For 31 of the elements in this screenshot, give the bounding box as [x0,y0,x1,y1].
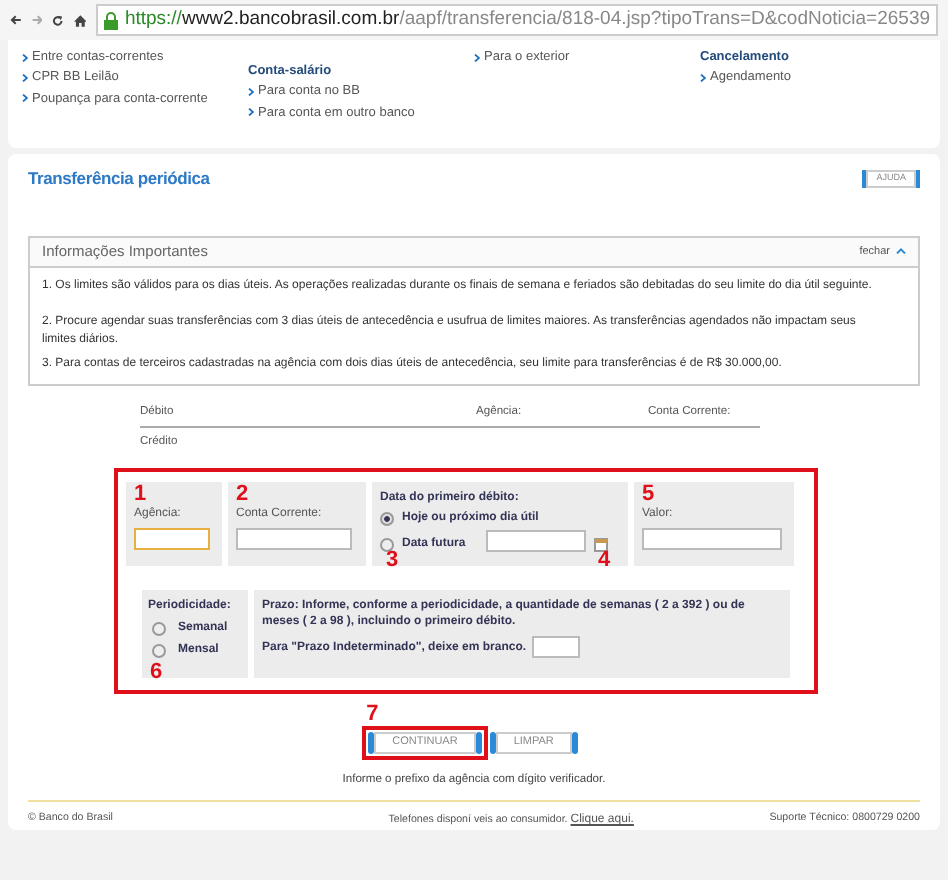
radio-button[interactable] [380,512,394,527]
chevron-right-icon [22,94,28,103]
annotation-number: 1 [134,484,149,507]
radio-button[interactable] [380,538,394,553]
annotation-number: 7 [366,704,379,727]
chevron-right-icon [22,74,28,83]
annotation-number: 3 [386,550,399,573]
calendar-icon[interactable] [593,538,608,553]
chevron-right-icon [474,53,480,62]
back-arrow-icon[interactable] [10,12,22,28]
annotation-number: 6 [150,662,163,685]
input-field[interactable] [485,530,586,553]
home-icon[interactable] [74,11,87,29]
chevron-right-icon [22,53,28,62]
input-field[interactable] [642,528,782,551]
lock-icon [104,11,119,29]
radio-button[interactable] [152,644,166,659]
input-field[interactable] [134,528,210,551]
annotation-number: 2 [236,484,251,507]
reload-icon[interactable] [52,11,65,29]
radio-button[interactable] [152,622,166,637]
page-title: Transferência periódica [28,166,210,192]
annotation-number: 4 [598,550,611,573]
input-field[interactable] [532,636,581,659]
chevron-icon[interactable] [896,248,906,255]
annotation-number: 5 [642,484,657,507]
input-field[interactable] [236,528,352,551]
chevron-right-icon [248,88,254,97]
forward-arrow-icon[interactable] [31,12,43,28]
chevron-right-icon [248,108,254,117]
chevron-right-icon [700,74,706,83]
